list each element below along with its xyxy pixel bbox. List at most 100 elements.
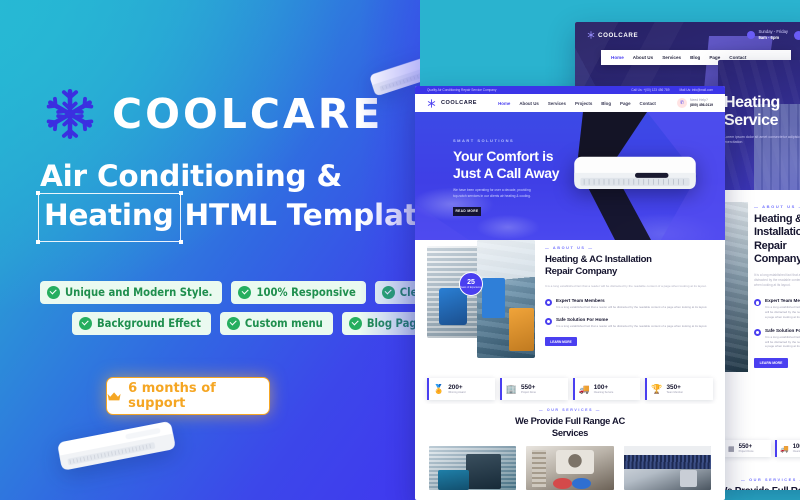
map-pin-icon[interactable] [794, 30, 800, 40]
topbar-email[interactable]: Mail Us: info@mail.com [679, 88, 713, 92]
alt-hero-title-2: Service [724, 111, 779, 129]
crown-icon [107, 391, 121, 400]
experience-number: 25 [467, 278, 475, 286]
stat-card: 🏅 200+ Winning Award [427, 378, 495, 400]
mock2-brand-label: COOLCARE [598, 31, 639, 39]
service-card-image[interactable] [526, 446, 614, 491]
about-eyebrow: — ABOUT US — [754, 204, 800, 209]
truck-icon: 🚚 [578, 383, 590, 394]
stat-value: 550+ [520, 384, 536, 391]
nav-item-services[interactable]: Services [548, 101, 566, 106]
about-title-2: Repair Company [545, 265, 618, 277]
feature-badge: Background Effect [72, 312, 211, 335]
nav-item-blog[interactable]: Blog [601, 101, 611, 106]
feature-bullet-icon [754, 328, 761, 336]
snowflake-icon [46, 88, 94, 140]
stat-value: 200+ [448, 384, 463, 391]
stat-label: Project Done [520, 391, 536, 394]
feature-badge-label: Background Effect [97, 317, 201, 330]
main-navbar[interactable]: COOLCARE Home About Us Services Projects… [415, 94, 725, 112]
nav-item-about[interactable]: About Us [519, 101, 539, 106]
about-title-1: Heating & AC Installation [545, 254, 652, 265]
about-feature-desc: It is a long established fact that a rea… [556, 324, 708, 329]
hero-title-2: Just A Call Away [453, 165, 560, 182]
stat-label: Project Done [738, 450, 754, 453]
nav-item-contact[interactable]: Contact [640, 101, 656, 106]
building-icon: ▦ [728, 445, 735, 453]
check-circle-icon [238, 286, 252, 299]
promo-panel: COOLCARE Air Conditioning & Heating HTML… [0, 0, 420, 500]
nav-item-blog[interactable]: Blog [690, 55, 700, 60]
about-learn-more-button[interactable]: LEARN MORE [545, 337, 577, 347]
building-icon: 🏢 [505, 383, 517, 394]
nav-item-page[interactable]: Page [620, 101, 631, 106]
brand-wordmark: COOLCARE [112, 89, 384, 138]
support-label: 6 months of support [128, 381, 216, 411]
alt-hero-title-1: Heating [724, 94, 780, 111]
services-eyebrow: — OUR SERVICES — [741, 478, 800, 482]
about-feature-desc: It is a long established fact that a rea… [765, 334, 800, 349]
hero-ac-unit-image [574, 156, 696, 190]
main-brand: COOLCARE [427, 98, 478, 108]
about-learn-more-button[interactable]: LEARN MORE [754, 358, 788, 369]
brand-logo: COOLCARE [42, 86, 383, 142]
feature-badge: 100% Responsive [231, 281, 366, 304]
main-hero: SMART SOLUTIONS Your Comfort is Just A C… [415, 112, 725, 240]
nav-item-home[interactable]: Home [611, 55, 624, 60]
alt-hero-paragraph: Lorem ipsum dolor sit amet consectetur a… [724, 134, 800, 145]
hero-read-more-button[interactable]: READ MORE [453, 206, 481, 216]
stat-value: 100+ [593, 384, 609, 391]
stat-label: Cleaning Service [792, 450, 800, 453]
about-feature-title: Expert Team Members [556, 298, 605, 304]
about-feature-desc: It is a long established fact that a rea… [556, 305, 708, 310]
check-circle-icon [226, 317, 240, 330]
topbar-phone[interactable]: Call Us: +(00) 123 456 789 [631, 88, 669, 92]
hero-eyebrow: SMART SOLUTIONS [453, 138, 515, 143]
feature-badge: Custom menu [219, 312, 333, 335]
about-feature-title: Safe Solution For Home [556, 317, 609, 323]
main-brand-label: COOLCARE [441, 100, 478, 106]
mockup-secondary-right[interactable]: Heating Service Lorem ipsum dolor sit am… [718, 60, 800, 490]
headline-highlight-box: Heating [36, 190, 183, 244]
feature-badge: Unique and Modern Style. [40, 281, 223, 304]
services-title-2: Services [551, 427, 589, 439]
headline-line-2: Heating HTML Template [36, 190, 420, 244]
mock2-brand: COOLCARE [587, 31, 638, 39]
award-icon: 🏅 [433, 383, 445, 394]
clock-icon [747, 31, 756, 39]
hours-value: 9am - 6pm [758, 35, 780, 40]
stat-value: 350+ [666, 384, 681, 391]
stat-card: 🏆 350+ Team Member [645, 378, 713, 400]
feature-badge-label: Blog Page [366, 317, 420, 330]
experience-label: Years of Experience [460, 285, 482, 289]
feature-bullet-icon [754, 299, 761, 307]
main-topbar: Quality Air Conditioning Repair Service … [415, 86, 725, 94]
about-feature-title: Safe Solution For Home [765, 327, 800, 333]
experience-badge: 25 Years of Experience [459, 272, 483, 296]
feature-bullet-icon [545, 318, 552, 326]
service-card-image[interactable] [623, 446, 711, 491]
nav-item-about[interactable]: About Us [633, 55, 653, 60]
stat-label: Winning Award [448, 391, 466, 394]
snowflake-icon [427, 98, 436, 108]
stat-card: 🚚 100+ Cleaning Service [775, 440, 800, 457]
ac-unit-illustration [370, 48, 420, 96]
mockup-main[interactable]: Quality Air Conditioning Repair Service … [415, 86, 725, 500]
hero-title-1: Your Comfort is [453, 148, 554, 164]
check-circle-icon [47, 286, 60, 299]
support-badge: 6 months of support [106, 377, 270, 415]
nav-item-home[interactable]: Home [498, 101, 510, 106]
about-photo-right [477, 240, 535, 358]
services-eyebrow: — OUR SERVICES — [539, 408, 601, 412]
nav-item-projects[interactable]: Projects [575, 101, 592, 106]
service-card-image[interactable] [429, 446, 517, 491]
feature-badge-label: 100% Responsive [256, 286, 356, 299]
call-widget[interactable]: ✆ Need Help? (800) 456-0119 [677, 98, 713, 108]
check-circle-icon [348, 317, 362, 330]
stats-row: 🏅 200+ Winning Award 🏢 550+ Project Done… [415, 374, 725, 404]
call-number[interactable]: (800) 456-0119 [690, 103, 713, 108]
nav-item-services[interactable]: Services [662, 55, 681, 60]
preview-stage: COOLCARE Air Conditioning & Heating HTML… [0, 0, 800, 500]
feature-badge-label: Unique and Modern Style. [65, 286, 213, 299]
main-nav-links[interactable]: Home About Us Services Projects Blog Pag… [498, 101, 656, 106]
